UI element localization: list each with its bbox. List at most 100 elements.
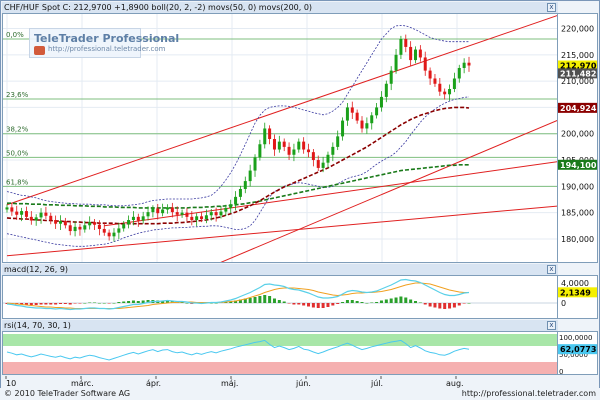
price-tick-label: 210,000 xyxy=(561,77,594,86)
macd-histogram-bar xyxy=(107,303,111,304)
candle xyxy=(175,212,179,215)
candle xyxy=(360,120,364,129)
price-value-label: 204,9246 xyxy=(560,104,598,113)
candle xyxy=(24,211,28,217)
candle xyxy=(462,62,466,68)
copyright-text: © 2010 TeleTrader Software AG xyxy=(4,389,131,398)
macd-title: macd(12, 26, 9) xyxy=(4,265,69,274)
candle xyxy=(146,212,150,217)
macd-histogram-bar xyxy=(253,297,257,303)
price-tick-label: 220,000 xyxy=(561,25,594,34)
macd-histogram-bar xyxy=(370,302,374,303)
macd-histogram-bar xyxy=(263,295,267,303)
candle xyxy=(44,212,48,216)
macd-histogram-bar xyxy=(292,303,296,305)
macd-histogram-bar xyxy=(117,302,121,303)
candle xyxy=(190,216,194,221)
macd-axis[interactable]: 4,00002,000002,1349 xyxy=(558,275,598,319)
macd-panel[interactable] xyxy=(2,275,558,319)
rsi-axis[interactable]: 100,0000 50,0000 0 62,0773 xyxy=(558,331,598,375)
candle xyxy=(336,136,340,147)
macd-tick-label: 0 xyxy=(561,299,566,308)
candle xyxy=(292,149,296,155)
candle xyxy=(97,224,101,229)
macd-header: macd(12, 26, 9) x xyxy=(2,264,558,275)
close-icon[interactable]: x xyxy=(547,265,556,274)
candle xyxy=(180,212,184,215)
macd-histogram-bar xyxy=(58,303,62,304)
candle xyxy=(297,141,301,150)
candle xyxy=(58,221,62,224)
close-icon[interactable]: x xyxy=(547,321,556,330)
macd-histogram-bar xyxy=(462,303,466,304)
macd-histogram-bar xyxy=(141,300,145,303)
candle xyxy=(355,112,359,121)
candle xyxy=(345,107,349,121)
candle xyxy=(467,62,471,66)
candle xyxy=(365,123,369,129)
candle xyxy=(107,232,111,237)
candle xyxy=(350,107,354,113)
candle xyxy=(404,39,408,47)
fibonacci-label: 50,0% xyxy=(6,149,29,157)
x-tick-label: ápr. xyxy=(146,379,161,388)
macd-histogram-bar xyxy=(389,298,393,303)
candle xyxy=(243,181,247,189)
teletrader-logo-icon xyxy=(34,46,45,55)
rsi-tick-label: 100,0000 xyxy=(559,334,592,342)
macd-histogram-bar xyxy=(428,303,432,307)
macd-histogram-bar xyxy=(122,301,126,303)
price-axis[interactable]: 220,000215,000210,000205,000200,000195,0… xyxy=(558,13,598,263)
macd-histogram-bar xyxy=(409,299,413,303)
macd-histogram-bar xyxy=(287,303,291,304)
candle xyxy=(326,154,330,163)
macd-histogram-bar xyxy=(78,303,82,304)
price-panel[interactable]: 0,0% 23,6% 38,2% 50,0% 61,8% TeleTrader Prof… xyxy=(2,13,558,263)
macd-histogram-bar xyxy=(127,301,131,303)
candle xyxy=(141,216,145,221)
macd-histogram-bar xyxy=(321,303,325,308)
candle xyxy=(102,228,106,233)
candle xyxy=(248,170,252,182)
candle xyxy=(93,222,97,225)
candle xyxy=(423,57,427,71)
macd-histogram-bar xyxy=(379,300,383,303)
rsi-title: rsi(14, 70, 30, 1) xyxy=(4,321,71,330)
macd-histogram-bar xyxy=(97,303,101,304)
candle xyxy=(394,54,398,71)
fibonacci-label: 61,8% xyxy=(6,178,29,186)
candle xyxy=(88,222,92,226)
candle xyxy=(136,216,140,221)
macd-histogram-bar xyxy=(360,302,364,303)
macd-histogram-bar xyxy=(467,303,471,304)
macd-histogram-bar xyxy=(49,303,53,305)
candle xyxy=(219,211,223,216)
macd-histogram-bar xyxy=(326,303,330,307)
candle xyxy=(375,107,379,116)
macd-histogram-bar xyxy=(404,297,408,303)
candle xyxy=(204,215,208,219)
candle xyxy=(379,96,383,108)
candle xyxy=(287,146,291,155)
candle xyxy=(161,209,165,214)
candle xyxy=(29,216,33,221)
candle xyxy=(156,208,160,214)
price-tick-label: 215,000 xyxy=(561,51,594,60)
candle xyxy=(389,70,393,84)
macd-histogram-bar xyxy=(438,303,442,309)
macd-signal-line xyxy=(6,282,469,309)
x-tick-label: aug. xyxy=(446,379,464,388)
rsi-header: rsi(14, 70, 30, 1) x xyxy=(2,320,558,331)
candle xyxy=(131,216,135,221)
price-tick-label: 190,000 xyxy=(561,182,594,191)
macd-tick-label: 4,0000 xyxy=(561,279,589,288)
main-chart-header: CHF/HUF Spot C: 212,9700 +1,8900 boll(20… xyxy=(2,2,558,13)
candle xyxy=(409,46,413,61)
rsi-panel[interactable] xyxy=(2,331,558,375)
close-icon[interactable]: x xyxy=(547,3,556,12)
macd-histogram-bar xyxy=(277,300,281,303)
macd-histogram-bar xyxy=(414,301,418,303)
macd-histogram-bar xyxy=(457,303,461,306)
rsi-oversold-zone xyxy=(3,362,557,374)
macd-histogram-bar xyxy=(394,297,398,303)
